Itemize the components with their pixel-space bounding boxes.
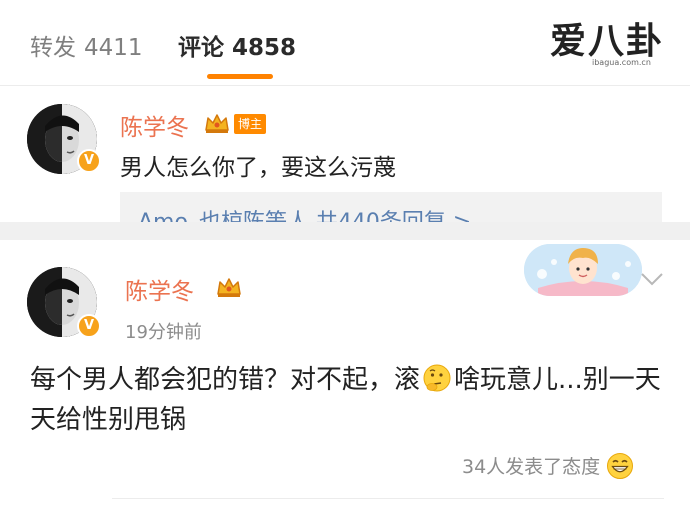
- tab-reposts-count: 4411: [84, 35, 143, 61]
- crown-icon: [205, 114, 229, 133]
- comment-text: 每个男人都会犯的错？对不起，滚 啥玩意儿...别一天天给性别甩锅: [30, 360, 670, 440]
- verified-v-icon: V: [77, 314, 101, 338]
- chevron-down-icon[interactable]: [638, 270, 666, 288]
- panel-gap: [0, 222, 690, 240]
- comment-author[interactable]: 陈学冬: [120, 108, 189, 142]
- reactions-summary[interactable]: 34人发表了态度: [462, 452, 634, 480]
- tab-reposts-label: 转发: [30, 35, 76, 61]
- reply-preview[interactable]: Amo_也椋陈等人 共440条回复 >: [120, 192, 662, 222]
- crown-icon: [217, 278, 241, 297]
- thinking-emoji-icon: [423, 364, 451, 392]
- verified-v-icon: V: [77, 149, 101, 173]
- tab-comments-label: 评论: [178, 35, 224, 61]
- fan-card-sticker[interactable]: [524, 244, 642, 296]
- comment-author[interactable]: 陈学冬: [125, 272, 194, 306]
- fan-card-illustration: [524, 244, 642, 296]
- comment-panel-bottom: V 陈学冬 19分钟前 每个男人都会犯的错？对不起，滚 啥玩意儿...别一天天给…: [0, 240, 690, 506]
- grin-emoji-icon: [607, 453, 634, 479]
- tab-comments[interactable]: 评论 4858: [178, 28, 296, 62]
- comment-panel-top: 转发 4411 评论 4858 爱八卦 ibagua.com.cn V 陈学冬 博主…: [0, 0, 690, 222]
- comment-text: 男人怎么你了，要这么污蔑: [120, 155, 396, 181]
- watermark-text: 爱八卦: [550, 20, 665, 62]
- watermark-logo: 爱八卦 ibagua.com.cn: [550, 12, 670, 72]
- comment-text-part1: 每个男人都会犯的错？对不起，滚: [30, 365, 421, 395]
- tab-reposts[interactable]: 转发 4411: [30, 28, 143, 62]
- tab-comments-count: 4858: [232, 35, 297, 61]
- divider: [112, 498, 664, 499]
- comment-time: 19分钟前: [125, 322, 202, 343]
- host-badge: 博主: [234, 114, 267, 134]
- watermark-url: ibagua.com.cn: [592, 58, 651, 67]
- reply-preview-text: Amo_也椋陈等人 共440条回复 >: [138, 204, 471, 222]
- active-tab-indicator: [207, 74, 273, 79]
- reactions-count: 34人发表了态度: [462, 456, 601, 478]
